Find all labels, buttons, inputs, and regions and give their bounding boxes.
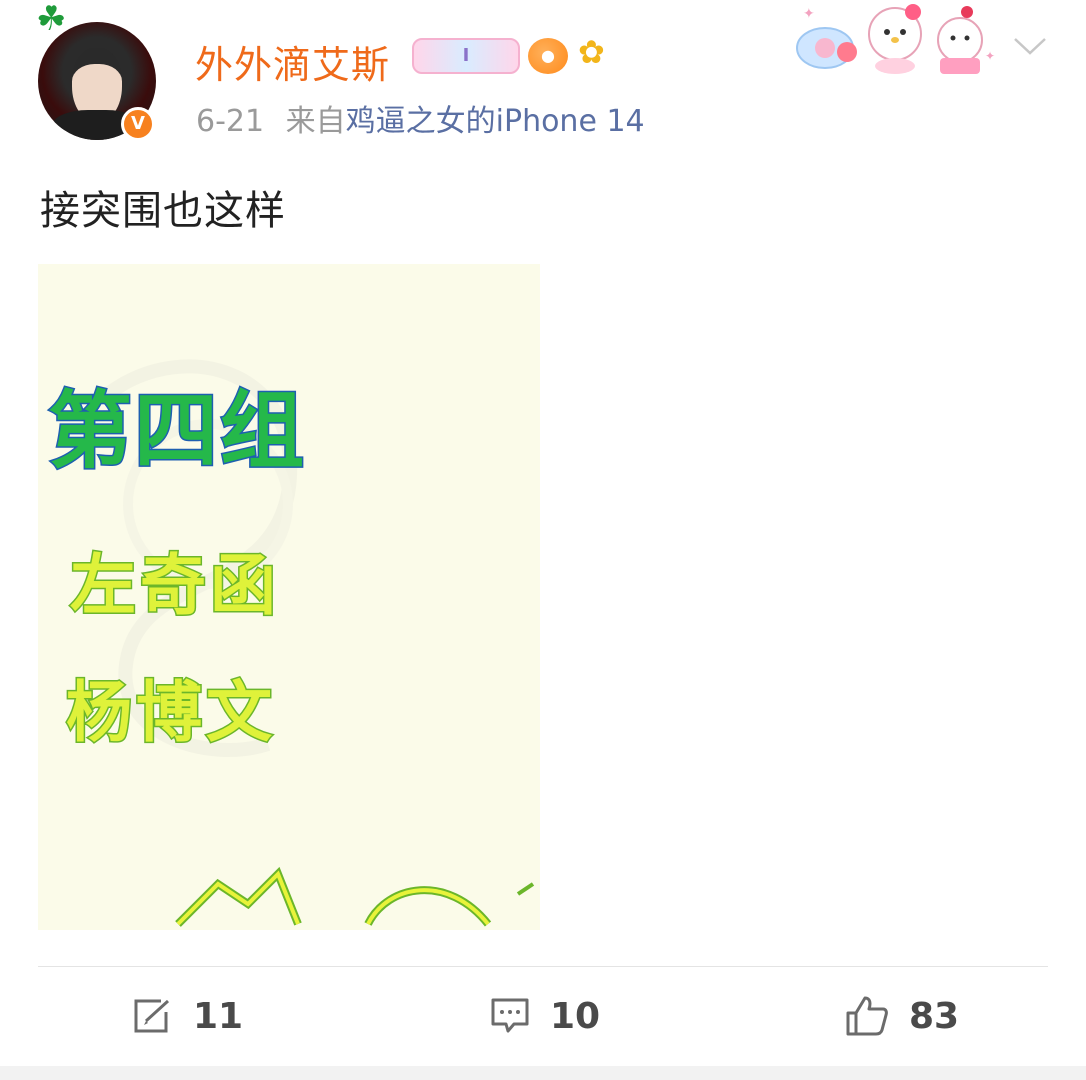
post-meta: 6-21 来自鸡逼之女的iPhone 14 (196, 96, 645, 140)
image-name-2: 杨博文 (65, 673, 276, 753)
bottom-separator (0, 1066, 1086, 1080)
fish-icon[interactable]: ● (528, 38, 568, 74)
image-name-1: 左奇函 (69, 546, 280, 626)
repost-button[interactable]: 11 (133, 994, 243, 1038)
like-icon (846, 996, 888, 1036)
image-bottom-lettering (175, 866, 535, 927)
comment-button[interactable]: 10 (490, 994, 600, 1038)
badge-icon[interactable]: I (412, 38, 520, 74)
repost-icon (134, 999, 170, 1033)
hello-kitty-decoration: ✦ ✦ (796, 4, 995, 74)
repost-count: 11 (193, 995, 244, 1037)
clover-icon: ☘ (36, 0, 67, 39)
post-source[interactable]: 鸡逼之女的iPhone 14 (346, 104, 645, 139)
post-text: 接突围也这样 (40, 188, 286, 234)
like-button[interactable]: 83 (845, 994, 959, 1038)
like-count: 83 (909, 995, 960, 1037)
sunflower-icon[interactable]: ✿ (578, 36, 605, 68)
post-time: 6-21 (196, 104, 265, 139)
svg-text:✦: ✦ (803, 6, 815, 22)
comment-icon (491, 998, 529, 1033)
post-image[interactable]: 第四组 左奇函 杨博文 (38, 264, 540, 930)
username[interactable]: 外外滴艾斯 (195, 34, 390, 89)
image-title: 第四组 (46, 381, 307, 482)
from-prefix: 来自 (285, 104, 346, 139)
divider (38, 966, 1048, 967)
verified-badge: V (121, 107, 155, 141)
comment-count: 10 (550, 995, 601, 1037)
chevron-down-icon[interactable] (1012, 34, 1048, 58)
svg-text:✦: ✦ (985, 49, 995, 63)
